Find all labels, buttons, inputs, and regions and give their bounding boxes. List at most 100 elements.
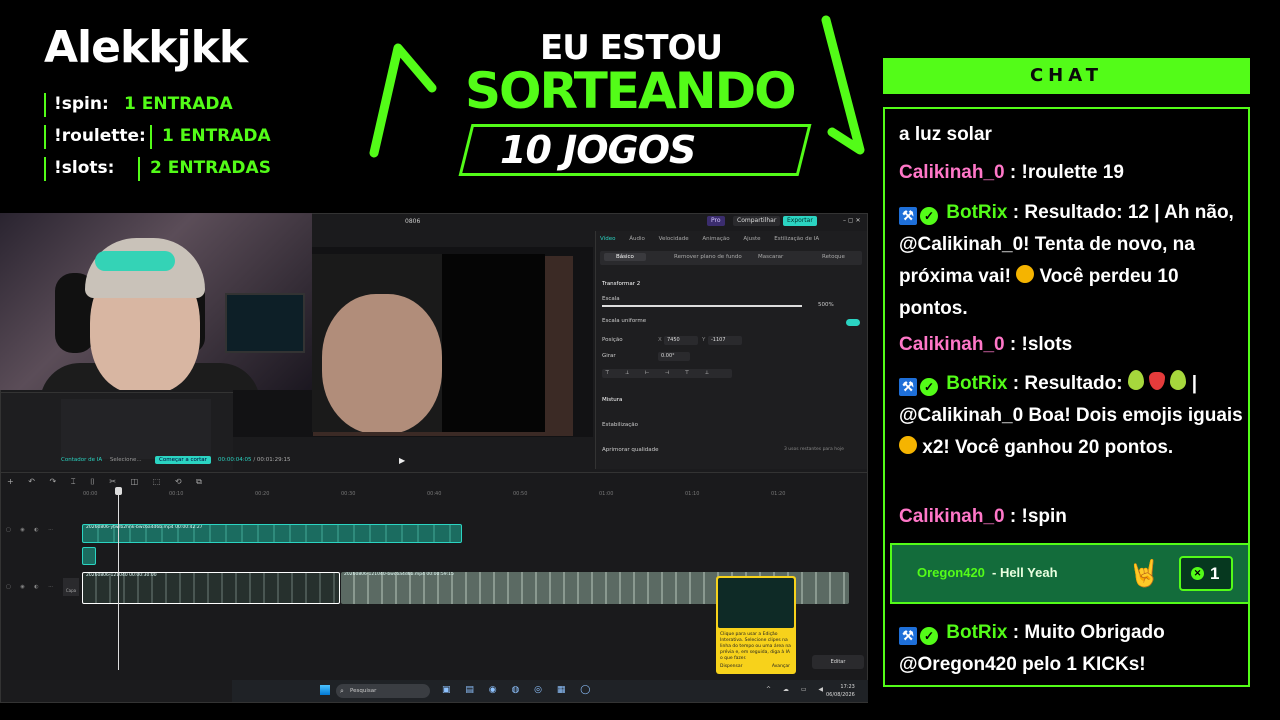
scale-slider[interactable] — [602, 305, 802, 307]
tooltip-skip[interactable]: Dispensar — [720, 664, 743, 669]
subtab-mask[interactable]: Mascarar — [758, 254, 783, 260]
play-icon[interactable]: ▶ — [399, 456, 405, 465]
tab-animation[interactable]: Animação — [702, 236, 729, 242]
ruler-tick: 00:10 — [169, 491, 184, 497]
mention[interactable]: @Calikinah_0 — [899, 405, 1023, 426]
chat-message: Calikinah_0 : !slots — [899, 329, 1249, 361]
share-button[interactable]: Compartilhar — [733, 216, 781, 226]
timeline-clip-small[interactable] — [82, 547, 96, 565]
mention[interactable]: @Calikinah_0 — [899, 234, 1023, 255]
current-time: 00:00:04:05 — [218, 457, 252, 463]
chat-username[interactable]: Calikinah_0 — [899, 162, 1005, 183]
ruler-tick: 01:10 — [685, 491, 700, 497]
tab-speed[interactable]: Velocidade — [659, 236, 689, 242]
ruler-tick: 01:20 — [771, 491, 786, 497]
properties-tabs: Vídeo Áudio Velocidade Animação Ajuste E… — [600, 236, 831, 242]
timeline-clip-selected[interactable]: 20260806-121040 00:00:30:00 — [82, 572, 340, 604]
kick-username[interactable]: Oregon420 — [917, 565, 985, 580]
edit-button[interactable]: Editar — [812, 655, 864, 669]
subtab-basic[interactable]: Básico — [604, 253, 646, 261]
separator: : — [1012, 202, 1020, 223]
tooltip-next[interactable]: Avançar — [772, 664, 790, 669]
enhance-note: 3 usos restantes para hoje — [784, 447, 844, 452]
pensive-face-emoji-icon — [1016, 265, 1035, 283]
separator: : — [1012, 373, 1020, 394]
kick-coin-icon: ✕ — [1191, 567, 1204, 580]
chat-username[interactable]: BotRix — [946, 622, 1007, 643]
taskbar-clock[interactable]: 17:23 06/08/2026 — [826, 683, 855, 699]
giveaway-headline: EU ESTOU SORTEANDO 10 JOGOS — [360, 10, 870, 180]
message-text: pelo 1 KICKs! — [1022, 654, 1146, 675]
verified-badge-icon: ✓ — [920, 627, 938, 645]
message-text: | — [1191, 373, 1198, 394]
start-cut-button[interactable]: Começar a cortar — [155, 456, 211, 464]
search-placeholder: Pesquisar — [350, 688, 377, 694]
window-controls[interactable]: – ▢ ✕ — [839, 216, 865, 226]
tab-adjust[interactable]: Ajuste — [743, 236, 760, 242]
headline-line2: SORTEANDO — [465, 62, 797, 120]
playhead[interactable] — [118, 490, 119, 670]
taskbar-search[interactable]: ⌕ Pesquisar — [336, 684, 430, 698]
align-buttons[interactable]: ⊤ ⊥ ⊢ ⊣ ⊤ ⊥ — [602, 369, 732, 378]
subtab-retouch[interactable]: Retoque — [822, 254, 845, 260]
stabilize-label[interactable]: Estabilização — [602, 422, 638, 428]
scale-value[interactable]: 500% — [818, 302, 834, 308]
subtab-remove-bg[interactable]: Remover plano de fundo — [674, 254, 742, 260]
bot-badge-icon: ⚒ — [899, 627, 917, 645]
search-icon: ⌕ — [340, 687, 344, 695]
track-controls[interactable]: ▢ ◉ ◐ ⋯ — [6, 527, 57, 533]
chat-username[interactable]: Calikinah_0 — [899, 334, 1005, 355]
position-x-input[interactable]: 7450 — [664, 336, 698, 345]
taskbar-apps[interactable]: ▣ ▤ ◉ ◍ ◎ ▦ ◯ — [442, 685, 596, 695]
rock-hand-icon: 🤘 — [1128, 559, 1161, 589]
system-tray[interactable]: ^ ☁ ▭ ◀ — [766, 686, 828, 693]
transform-heading[interactable]: Transformar 2 — [602, 281, 640, 287]
headline-line3: 10 JOGOS — [500, 128, 696, 172]
ai-select[interactable]: Selecione... — [110, 457, 142, 463]
export-button[interactable]: Exportar — [783, 216, 817, 226]
chat-username[interactable]: Calikinah_0 — [899, 506, 1005, 527]
timeline-clip[interactable]: 20260806-ytwrb2hnk-bwc6a4d6b.mp4 00:00:4… — [82, 524, 462, 543]
timeline-toolbar[interactable]: + ↶ ↷ ⌶ ⌷ ✂ ◫ ⬚ ⟲ ⧉ — [7, 477, 208, 487]
position-label: Posição — [602, 337, 623, 343]
uniform-scale-toggle[interactable] — [846, 319, 860, 326]
pos-y-label: Y — [702, 337, 706, 343]
chat-username[interactable]: BotRix — [946, 373, 1007, 394]
pear-emoji-icon — [1127, 370, 1144, 390]
mix-label[interactable]: Mistura — [602, 397, 622, 403]
cover-button[interactable]: Capa — [63, 578, 79, 596]
separator: : — [1012, 622, 1020, 643]
mention[interactable]: @Oregon420 — [899, 654, 1017, 675]
command-value: 2 ENTRADAS — [150, 158, 271, 178]
clip-label: 20260806-ytwrb2hnk-bwc6a4d6b.mp4 00:00:4… — [86, 525, 203, 530]
rotate-label: Girar — [602, 353, 616, 359]
pro-button[interactable]: Pro — [707, 216, 725, 226]
enhance-label[interactable]: Aprimorar qualidade — [602, 447, 659, 453]
commands-list: !spin: 1 ENTRADA !roulette: 1 ENTRADA !s… — [44, 90, 304, 186]
command-name: !spin: — [54, 94, 109, 114]
tab-video[interactable]: Vídeo — [600, 236, 616, 242]
ruler-tick: 01:00 — [599, 491, 614, 497]
timeline-ruler[interactable]: 00:00 00:10 00:20 00:30 00:40 00:50 01:0… — [83, 491, 863, 499]
chat-header: CHAT — [883, 58, 1250, 94]
preview-timecode: 00:00:04:05 / 00:01:29:15 — [218, 457, 291, 463]
command-value: 1 ENTRADA — [162, 126, 271, 146]
tab-audio[interactable]: Áudio — [629, 236, 645, 242]
separator: : — [1009, 506, 1017, 527]
streamer-webcam — [0, 213, 312, 390]
message-text: Muito Obrigado — [1024, 622, 1165, 643]
clip-label: 20260806-121040 00:00:30:00 — [86, 573, 157, 578]
kick-amount: 1 — [1210, 564, 1220, 583]
properties-subtabs: Básico Remover plano de fundo Mascarar R… — [600, 251, 862, 265]
position-y-input[interactable]: -1107 — [708, 336, 742, 345]
tooltip-preview — [718, 578, 794, 628]
chat-username[interactable]: BotRix — [946, 202, 1007, 223]
command-value: 1 ENTRADA — [124, 94, 233, 114]
track-controls[interactable]: ▢ ◉ ◐ ⋯ — [6, 584, 57, 590]
rotate-input[interactable]: 0.00° — [658, 352, 690, 361]
separator: : — [1009, 162, 1017, 183]
tab-ai-style[interactable]: Estilização de IA — [774, 236, 819, 242]
windows-start-icon[interactable] — [320, 685, 330, 695]
ruler-tick: 00:30 — [341, 491, 356, 497]
ruler-tick: 00:50 — [513, 491, 528, 497]
